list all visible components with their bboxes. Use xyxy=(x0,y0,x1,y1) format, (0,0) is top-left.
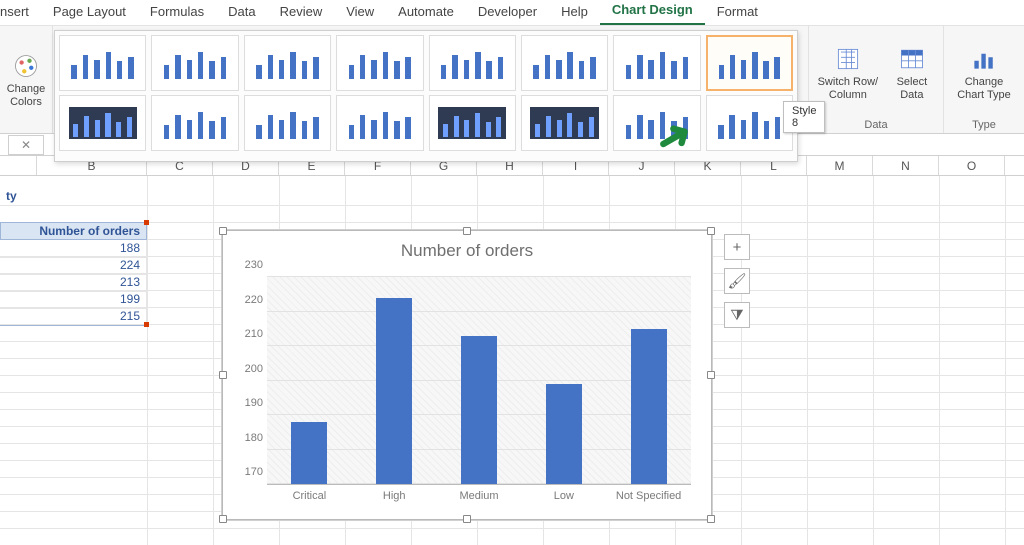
chart-type-icon xyxy=(969,45,999,73)
table-row[interactable]: 188 xyxy=(0,240,147,258)
table-row[interactable]: 224 xyxy=(0,257,147,275)
resize-handle[interactable] xyxy=(219,227,227,235)
y-tick-label: 230 xyxy=(245,259,263,271)
resize-handle[interactable] xyxy=(219,515,227,523)
chart-style-thumb[interactable] xyxy=(59,95,146,151)
chart-side-buttons: + 🖌 ⧩ xyxy=(724,234,750,328)
ribbon-tabs: nsert Page Layout Formulas Data Review V… xyxy=(0,0,1024,26)
col-n[interactable]: N xyxy=(873,156,939,175)
tab-page-layout[interactable]: Page Layout xyxy=(41,0,138,25)
tab-formulas[interactable]: Formulas xyxy=(138,0,216,25)
x-tick-label: High xyxy=(383,490,406,502)
y-tick-label: 170 xyxy=(245,466,263,478)
tab-format[interactable]: Format xyxy=(705,0,770,25)
fill-handle[interactable] xyxy=(144,322,149,327)
group-label-data: Data xyxy=(815,117,937,131)
bar[interactable] xyxy=(291,422,327,484)
switch-icon xyxy=(833,45,863,73)
chart-style-thumb[interactable] xyxy=(706,95,793,151)
x-tick-label: Critical xyxy=(293,490,327,502)
switch-row-column-button[interactable]: Switch Row/ Column xyxy=(815,37,881,111)
table-row[interactable]: 215 xyxy=(0,308,147,326)
chart-style-thumb[interactable] xyxy=(336,95,423,151)
chart-style-thumb[interactable] xyxy=(613,35,700,91)
cancel-icon[interactable]: ✕ xyxy=(8,135,44,155)
table-header-cell[interactable]: Number of orders xyxy=(0,222,147,240)
chart-style-thumb[interactable] xyxy=(151,95,238,151)
tab-developer[interactable]: Developer xyxy=(466,0,549,25)
resize-handle[interactable] xyxy=(463,515,471,523)
y-tick-label: 220 xyxy=(245,294,263,306)
tab-data[interactable]: Data xyxy=(216,0,267,25)
group-label-type: Type xyxy=(950,117,1018,131)
select-data-icon xyxy=(897,45,927,73)
chart-style-thumb[interactable] xyxy=(429,95,516,151)
y-tick-label: 200 xyxy=(245,363,263,375)
chart-filters-button[interactable]: ⧩ xyxy=(724,302,750,328)
tab-help[interactable]: Help xyxy=(549,0,600,25)
x-tick-label: Low xyxy=(554,490,574,502)
resize-handle[interactable] xyxy=(707,371,715,379)
chart-style-thumb[interactable] xyxy=(244,95,331,151)
select-data-button[interactable]: Select Data xyxy=(887,37,937,111)
x-tick-label: Not Specified xyxy=(616,490,681,502)
chart-styles-button[interactable]: 🖌 xyxy=(724,268,750,294)
chart-style-thumb[interactable] xyxy=(429,35,516,91)
change-chart-type-button[interactable]: Change Chart Type xyxy=(950,37,1018,111)
chart-style-thumb[interactable] xyxy=(151,35,238,91)
resize-handle[interactable] xyxy=(463,227,471,235)
bar[interactable] xyxy=(376,298,412,484)
chart-style-thumb[interactable] xyxy=(613,95,700,151)
fill-handle[interactable] xyxy=(144,220,149,225)
plot-area[interactable]: 170180190200210220230CriticalHighMediumL… xyxy=(267,277,691,485)
chart-style-thumb[interactable] xyxy=(59,35,146,91)
tab-insert[interactable]: nsert xyxy=(0,0,41,25)
tab-automate[interactable]: Automate xyxy=(386,0,466,25)
table-row[interactable]: 213 xyxy=(0,274,147,292)
partial-header: ty xyxy=(0,188,20,205)
tab-chart-design[interactable]: Chart Design xyxy=(600,0,705,25)
chart-style-thumb[interactable] xyxy=(706,35,793,91)
chart-style-gallery[interactable]: Style 8 xyxy=(54,30,798,162)
col-o[interactable]: O xyxy=(939,156,1005,175)
tab-view[interactable]: View xyxy=(334,0,386,25)
palette-icon xyxy=(11,52,41,80)
chart-style-thumb[interactable] xyxy=(336,35,423,91)
bar[interactable] xyxy=(631,329,667,484)
bar[interactable] xyxy=(546,384,582,484)
change-colors-button[interactable]: Change Colors xyxy=(6,44,46,118)
bar[interactable] xyxy=(461,336,497,484)
chart-style-thumb[interactable] xyxy=(244,35,331,91)
resize-handle[interactable] xyxy=(219,371,227,379)
chart-title[interactable]: Number of orders xyxy=(223,241,711,261)
resize-handle[interactable] xyxy=(707,227,715,235)
table-row[interactable]: 199 xyxy=(0,291,147,309)
chart-elements-button[interactable]: + xyxy=(724,234,750,260)
style-tooltip: Style 8 xyxy=(783,101,825,133)
y-tick-label: 190 xyxy=(245,397,263,409)
col-m[interactable]: M xyxy=(807,156,873,175)
x-tick-label: Medium xyxy=(459,490,498,502)
y-tick-label: 210 xyxy=(245,328,263,340)
embedded-chart[interactable]: Number of orders 170180190200210220230Cr… xyxy=(222,230,712,520)
worksheet-area[interactable]: ty Number of orders 188 224 213 199 215 … xyxy=(0,176,1024,545)
chart-style-thumb[interactable] xyxy=(521,35,608,91)
chart-style-thumb[interactable] xyxy=(521,95,608,151)
y-tick-label: 180 xyxy=(245,432,263,444)
tab-review[interactable]: Review xyxy=(268,0,335,25)
resize-handle[interactable] xyxy=(707,515,715,523)
